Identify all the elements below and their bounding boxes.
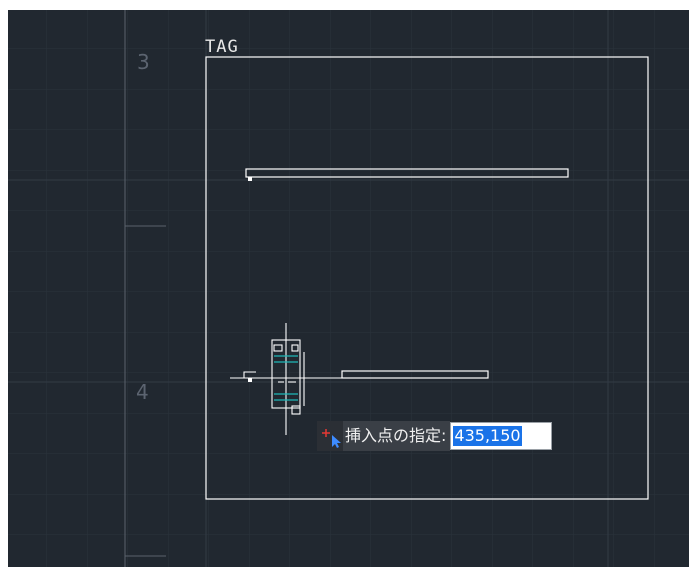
drawing-canvas[interactable] xyxy=(8,10,689,567)
grid xyxy=(8,10,689,567)
coordinate-input[interactable]: 435,150 xyxy=(450,422,553,450)
coordinate-value[interactable]: 435,150 xyxy=(453,426,522,446)
tag-text[interactable]: TAG xyxy=(205,37,239,57)
row-number-3: 3 xyxy=(137,50,150,74)
drawing-viewport[interactable]: 3 4 TAG 挿入点の指定: 435,150 xyxy=(8,10,689,567)
dynamic-input-prompt[interactable]: 挿入点の指定: 435,150 xyxy=(317,421,553,451)
row-number-4: 4 xyxy=(136,380,149,404)
prompt-label: 挿入点の指定: xyxy=(343,421,451,451)
insert-point-cursor-icon xyxy=(317,421,343,451)
